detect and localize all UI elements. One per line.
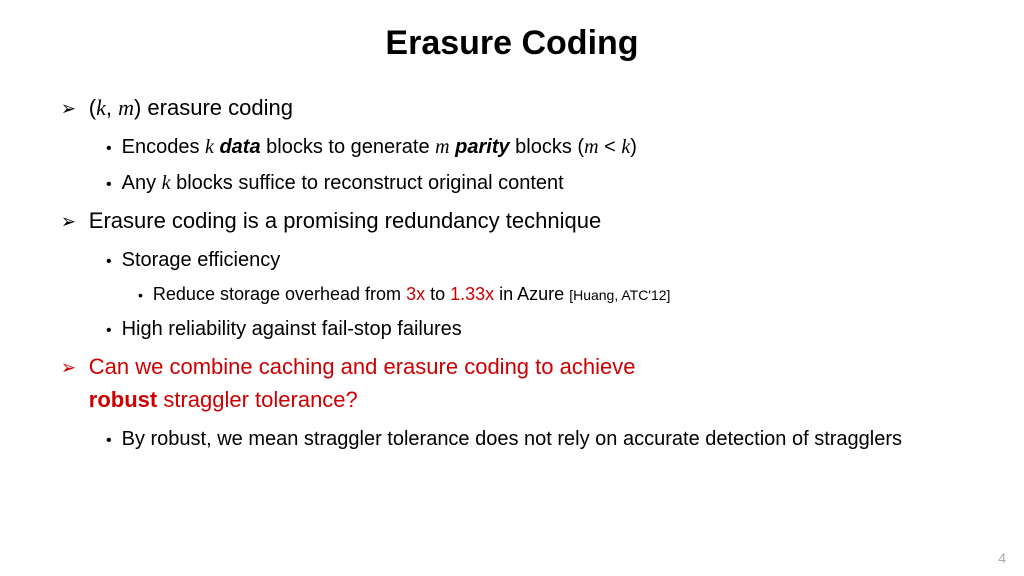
bullet-text: Erasure coding is a promising redundancy… <box>89 204 601 237</box>
bullet-storage-efficiency: • Storage efficiency <box>106 245 974 275</box>
bullet-text: Any k blocks suffice to reconstruct orig… <box>122 168 564 198</box>
bullet-text: High reliability against fail-stop failu… <box>122 314 462 344</box>
slide-title: Erasure Coding <box>50 24 974 63</box>
dot-icon: • <box>106 319 112 343</box>
bullet-robust-def: • By robust, we mean straggler tolerance… <box>106 424 974 454</box>
bullet-text: Encodes k data blocks to generate m pari… <box>122 132 637 162</box>
dot-icon: • <box>138 285 143 306</box>
dot-icon: • <box>106 173 112 197</box>
bullet-text: By robust, we mean straggler tolerance d… <box>122 424 902 454</box>
dot-icon: • <box>106 250 112 274</box>
bullet-promising: ➢ Erasure coding is a promising redundan… <box>60 204 974 237</box>
bullet-km-coding: ➢ (k, m) erasure coding <box>60 91 974 124</box>
dot-icon: • <box>106 429 112 453</box>
chevron-icon: ➢ <box>60 353 77 383</box>
bullet-high-reliability: • High reliability against fail-stop fai… <box>106 314 974 344</box>
page-number: 4 <box>998 550 1006 566</box>
chevron-icon: ➢ <box>60 94 77 124</box>
slide-content: ➢ (k, m) erasure coding • Encodes k data… <box>50 91 974 454</box>
bullet-reduce-storage: • Reduce storage overhead from 3x to 1.3… <box>138 281 974 308</box>
chevron-icon: ➢ <box>60 207 77 237</box>
bullet-text: Storage efficiency <box>122 245 281 275</box>
dot-icon: • <box>106 137 112 161</box>
bullet-text: Reduce storage overhead from 3x to 1.33x… <box>153 281 671 308</box>
bullet-text: Can we combine caching and erasure codin… <box>89 350 636 416</box>
bullet-text: (k, m) erasure coding <box>89 91 293 124</box>
bullet-question: ➢ Can we combine caching and erasure cod… <box>60 350 974 416</box>
bullet-encodes: • Encodes k data blocks to generate m pa… <box>106 132 974 162</box>
bullet-any-k: • Any k blocks suffice to reconstruct or… <box>106 168 974 198</box>
